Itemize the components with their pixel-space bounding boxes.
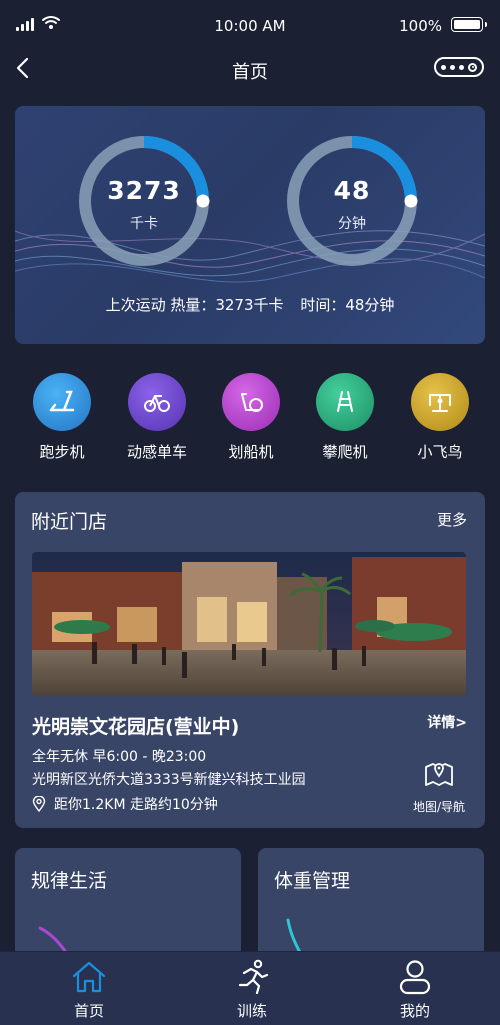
category-label: 划船机 — [228, 443, 274, 461]
bottom-tab-bar: 首页 训练 我的 — [0, 951, 500, 1025]
weight-management-card[interactable]: 体重管理 — [258, 848, 484, 968]
tab-label: 我的 — [399, 1002, 430, 1020]
battery-percent: 100% — [399, 17, 442, 35]
category-label: 动感单车 — [126, 443, 187, 461]
last-workout-summary: 上次运动 热量：3273千卡 时间：48分钟 — [15, 294, 485, 315]
map-icon — [425, 763, 453, 786]
profile-icon — [399, 960, 431, 995]
category-label: 小飞鸟 — [417, 443, 463, 461]
rowing-machine-icon — [222, 373, 280, 431]
category-spin-bike[interactable]: 动感单车 — [110, 373, 204, 462]
category-flying-bird[interactable]: 小飞鸟 — [393, 373, 487, 462]
section-title: 附近门店 — [31, 511, 108, 533]
category-label: 攀爬机 — [322, 443, 368, 461]
battery-icon — [451, 17, 487, 32]
last-workout-time: 时间：48分钟 — [300, 296, 395, 314]
duration-unit: 分钟 — [338, 216, 366, 232]
store-photo[interactable] — [32, 552, 466, 696]
category-treadmill[interactable]: 跑步机 — [15, 373, 109, 462]
equipment-categories: 跑步机 动感单车 划船机 攀爬机 小飞鸟 — [0, 373, 500, 463]
category-climbing-machine[interactable]: 攀爬机 — [298, 373, 392, 462]
tab-home[interactable]: 首页 — [29, 958, 149, 1021]
map-navigation-button[interactable]: 地图/导航 — [407, 758, 471, 815]
running-icon — [238, 959, 269, 995]
category-label: 跑步机 — [39, 443, 85, 461]
status-bar: 10:00 AM 100% — [0, 0, 500, 50]
spin-bike-icon — [128, 373, 186, 431]
climbing-machine-icon — [316, 373, 374, 431]
calories-unit: 千卡 — [130, 216, 158, 232]
more-dots-icon — [441, 64, 446, 70]
duration-value: 48 — [333, 176, 371, 205]
store-name: 光明崇文花园店(营业中) — [32, 716, 240, 738]
store-address: 光明新区光侨大道3333号新健兴科技工业园 — [32, 772, 306, 788]
decorative-arc — [38, 926, 77, 968]
home-icon — [72, 961, 106, 993]
calories-gauge: 3273 千卡 — [75, 132, 213, 270]
tab-label: 训练 — [236, 1002, 267, 1020]
more-menu-button[interactable] — [434, 57, 484, 77]
calories-value: 3273 — [107, 176, 181, 205]
flying-bird-machine-icon — [411, 373, 469, 431]
more-link[interactable]: 更多 — [437, 509, 467, 530]
map-navigation-label: 地图/导航 — [412, 800, 466, 814]
store-distance-text: 距你1.2KM 走路约10分钟 — [54, 797, 218, 813]
category-rowing-machine[interactable]: 划船机 — [204, 373, 298, 462]
store-detail-link[interactable]: 详情> — [427, 712, 467, 732]
page-title: 首页 — [232, 62, 268, 83]
treadmill-icon — [33, 373, 91, 431]
duration-gauge: 48 分钟 — [283, 132, 421, 270]
workout-summary-card: 3273 千卡 48 分钟 上次运动 热量：3273千卡 时间：48分钟 — [15, 106, 485, 344]
close-target-icon — [468, 62, 477, 72]
tab-profile[interactable]: 我的 — [355, 958, 475, 1021]
regular-life-card[interactable]: 规律生活 — [15, 848, 241, 968]
tab-label: 首页 — [73, 1002, 104, 1020]
decorative-arc — [286, 918, 312, 968]
nearby-stores-card: 附近门店 更多 光明崇文花园店(营业中) 详情> 全年无休 早6:00 - 晚2… — [15, 492, 485, 828]
location-pin-icon — [32, 796, 46, 812]
store-hours: 全年无休 早6:00 - 晚23:00 — [32, 749, 207, 765]
last-workout-calories: 上次运动 热量：3273千卡 — [105, 296, 284, 314]
tab-training[interactable]: 训练 — [192, 958, 312, 1021]
store-distance: 距你1.2KM 走路约10分钟 — [32, 794, 218, 814]
